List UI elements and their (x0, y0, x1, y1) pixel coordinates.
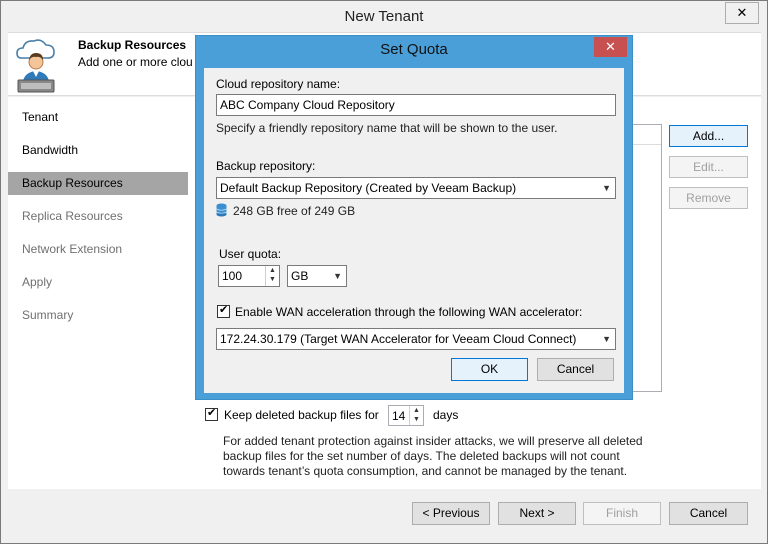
nav-item-summary[interactable]: Summary (8, 304, 188, 327)
free-space-text: 248 GB free of 249 GB (233, 204, 356, 218)
previous-button[interactable]: < Previous (412, 502, 490, 525)
nav-item-bandwidth[interactable]: Bandwidth (8, 139, 188, 162)
chevron-down-icon: ▼ (602, 183, 611, 193)
dialog-title: Set Quota (380, 41, 448, 58)
quota-unit-value: GB (291, 269, 309, 283)
keep-deleted-checkbox[interactable]: ✔ (205, 407, 218, 421)
dialog-close-button[interactable]: ✕ (594, 37, 627, 57)
dialog-body: Cloud repository name: ABC Company Cloud… (204, 68, 624, 393)
add-button[interactable]: Add... (669, 125, 748, 147)
cloud-user-icon (16, 39, 55, 93)
keep-deleted-label: Keep deleted backup files for (224, 408, 379, 422)
remove-button[interactable]: Remove (669, 187, 748, 209)
checkmark-icon: ✔ (219, 304, 229, 316)
window-title: New Tenant (1, 1, 767, 32)
ok-button[interactable]: OK (451, 358, 528, 381)
quota-unit-select[interactable]: GB ▼ (287, 265, 347, 287)
next-button[interactable]: Next > (498, 502, 576, 525)
set-quota-dialog: Set Quota ✕ Cloud repository name: ABC C… (195, 35, 633, 400)
nav-item-network-extension[interactable]: Network Extension (8, 238, 188, 261)
wan-accelerator-value: 172.24.30.179 (Target WAN Accelerator fo… (220, 332, 577, 346)
database-icon (216, 203, 227, 217)
chevron-down-icon: ▼ (602, 334, 611, 344)
keep-deleted-description: For added tenant protection against insi… (223, 434, 643, 478)
user-quota-value: 100 (222, 269, 243, 283)
header-subtitle: Add one or more clou (78, 55, 193, 69)
user-quota-stepper[interactable]: 100 ▲ ▼ (218, 265, 280, 287)
nav-item-backup-resources[interactable]: Backup Resources (8, 172, 188, 195)
backup-repo-label: Backup repository: (216, 159, 316, 173)
backup-repo-select[interactable]: Default Backup Repository (Created by Ve… (216, 177, 616, 199)
stepper-up-icon[interactable]: ▲ (410, 406, 423, 415)
stepper-up-icon[interactable]: ▲ (266, 266, 279, 275)
wan-acceleration-label: Enable WAN acceleration through the foll… (235, 305, 583, 319)
dialog-cancel-button[interactable]: Cancel (537, 358, 614, 381)
nav-item-apply[interactable]: Apply (8, 271, 188, 294)
keep-days-stepper[interactable]: 14 ▲ ▼ (388, 405, 424, 426)
wan-acceleration-checkbox[interactable]: ✔ (217, 304, 230, 318)
nav-item-replica-resources[interactable]: Replica Resources (8, 205, 188, 228)
finish-button[interactable]: Finish (583, 502, 661, 525)
repo-name-hint: Specify a friendly repository name that … (216, 121, 558, 135)
repo-name-label: Cloud repository name: (216, 77, 341, 91)
stepper-down-icon[interactable]: ▼ (266, 275, 279, 284)
backup-repo-value: Default Backup Repository (Created by Ve… (220, 181, 517, 195)
repo-name-input[interactable]: ABC Company Cloud Repository (216, 94, 616, 116)
cancel-button[interactable]: Cancel (669, 502, 748, 525)
keep-days-value: 14 (392, 409, 406, 423)
edit-button[interactable]: Edit... (669, 156, 748, 178)
wizard-nav: Tenant Bandwidth Backup Resources Replic… (8, 97, 188, 489)
header-title: Backup Resources (78, 38, 187, 52)
user-quota-label: User quota: (219, 247, 282, 261)
stepper-down-icon[interactable]: ▼ (410, 415, 423, 424)
nav-item-tenant[interactable]: Tenant (8, 106, 188, 129)
keep-days-unit: days (433, 408, 459, 422)
checkmark-icon: ✔ (207, 407, 217, 419)
chevron-down-icon: ▼ (333, 271, 342, 281)
window-close-button[interactable]: ✕ (725, 2, 759, 24)
wan-accelerator-select[interactable]: 172.24.30.179 (Target WAN Accelerator fo… (216, 328, 616, 350)
